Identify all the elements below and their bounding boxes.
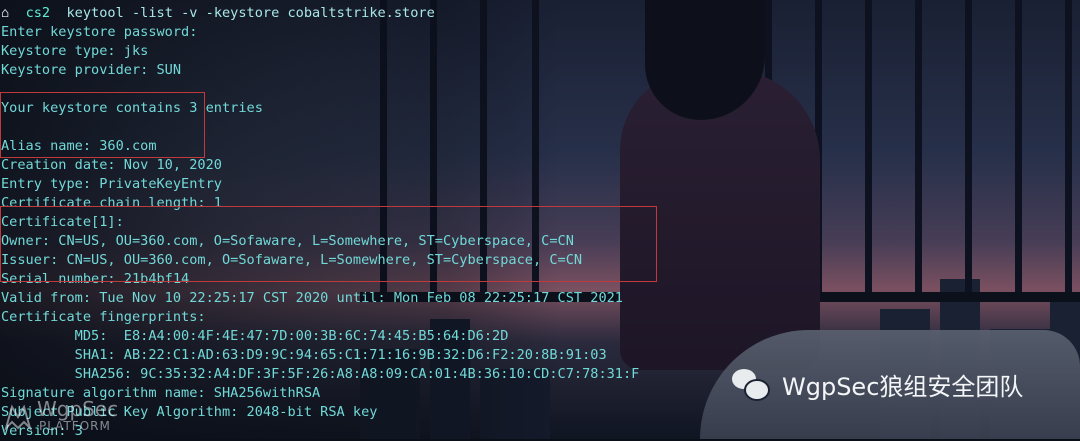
command-text: keytool -list -v -keystore cobaltstrike.… [66,5,435,21]
prompt-directory: cs2 [25,5,51,21]
output-line: Keystore provider: SUN [1,62,182,78]
logo-subtitle: PLATFORM [39,419,111,433]
output-line: Certificate fingerprints: [1,309,206,325]
prompt-line: ⌂ cs2 keytool -list -v -keystore cobalts… [1,4,435,23]
output-line: Enter keystore password: [1,24,198,40]
wechat-watermark: WgpSec狼组安全团队 [732,363,1023,405]
logo-name: WgpSec [37,397,119,421]
home-icon: ⌂ [1,5,10,21]
output-line: Entry type: PrivateKeyEntry [1,176,222,192]
output-line: SHA1: AB:22:C1:AD:63:D9:9C:94:65:C1:71:1… [1,347,607,363]
output-line: SHA256: 9C:35:32:A4:DF:3F:5F:26:A8:A8:09… [1,366,640,382]
highlight-box-entries [0,92,205,158]
output-line: Valid from: Tue Nov 10 22:25:17 CST 2020… [1,290,623,306]
wolf-logo-icon [4,404,32,431]
watermark-text: WgpSec狼组安全团队 [782,372,1024,401]
highlight-box-certificate [0,206,657,282]
output-line: MD5: E8:A4:00:4F:4E:47:7D:00:3B:6C:74:45… [1,328,509,344]
output-line: Creation date: Nov 10, 2020 [1,157,222,173]
wechat-icon [732,367,772,401]
output-line: Keystore type: jks [1,43,149,59]
